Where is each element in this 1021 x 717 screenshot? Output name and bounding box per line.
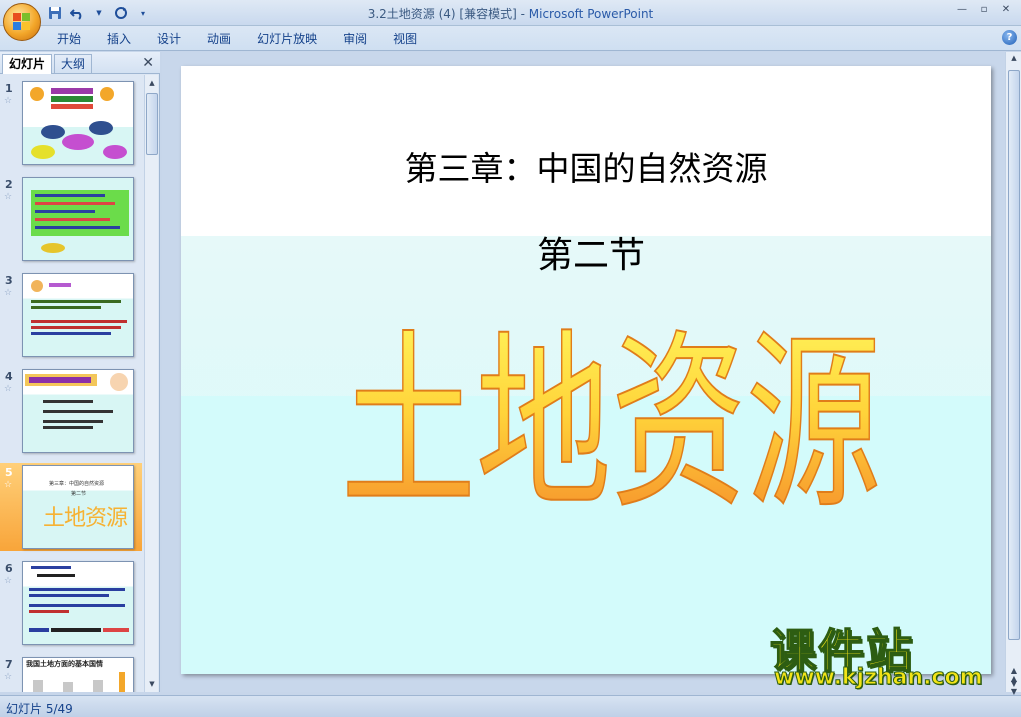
watermark-logo: 课件站 www.kjzhan.com: [769, 615, 1010, 695]
slide-thumbnail-2[interactable]: 2 ☆: [0, 175, 142, 263]
slide-preview: [22, 273, 134, 357]
app-name: Microsoft PowerPoint: [528, 7, 654, 21]
animation-star-icon: ☆: [4, 480, 13, 490]
scroll-down-icon[interactable]: ▼: [146, 678, 158, 690]
ribbon-tabs: 开始 插入 设计 动画 幻灯片放映 审阅 视图: [44, 30, 430, 48]
thumbnails-scrollbar[interactable]: ▲ ▼: [144, 75, 158, 692]
animation-star-icon: ☆: [4, 288, 13, 298]
animation-star-icon: ☆: [4, 96, 13, 106]
tab-view[interactable]: 视图: [380, 30, 430, 48]
thumb-big-title: 土地资源: [43, 506, 128, 531]
tab-animations[interactable]: 动画: [194, 30, 244, 48]
ribbon: 开始 插入 设计 动画 幻灯片放映 审阅 视图 ?: [0, 26, 1021, 51]
tab-slides[interactable]: 幻灯片: [2, 54, 53, 74]
slide-number: 5: [5, 466, 13, 479]
slide-scrollbar[interactable]: ▲ ▲ ▲ ▼ ▼: [1005, 52, 1021, 696]
slide-counter: 幻灯片 5/49: [6, 702, 73, 716]
slide-thumbnail-3[interactable]: 3 ☆: [0, 271, 142, 359]
scroll-thumb[interactable]: [1008, 70, 1020, 640]
close-pane-icon[interactable]: ✕: [142, 55, 154, 71]
tab-outline[interactable]: 大纲: [54, 54, 93, 74]
animation-star-icon: ☆: [4, 576, 13, 586]
tab-review[interactable]: 审阅: [330, 30, 380, 48]
slide-editing-area: 第三章：中国的自然资源 第二节 土地资源: [162, 52, 1005, 692]
thumb-slide-title: 我国土地方面的基本国情: [26, 660, 103, 668]
animation-star-icon: ☆: [4, 384, 13, 394]
slide-preview: 第三章：中国的自然资源 第二节 土地资源: [22, 465, 134, 549]
office-logo-icon: [13, 13, 31, 31]
animation-star-icon: ☆: [4, 192, 13, 202]
window-title: 3.2土地资源 (4) [兼容模式] - Microsoft PowerPoin…: [0, 5, 1021, 22]
tab-insert[interactable]: 插入: [94, 30, 144, 48]
slide-number: 2: [5, 178, 13, 191]
close-button[interactable]: ✕: [997, 2, 1015, 18]
tab-home[interactable]: 开始: [44, 30, 94, 48]
slide-preview: [22, 561, 134, 645]
scroll-thumb[interactable]: [146, 93, 158, 155]
status-bar: 幻灯片 5/49: [0, 695, 1021, 717]
thumb-subheading: 第二节: [71, 491, 87, 497]
help-icon[interactable]: ?: [1002, 30, 1017, 45]
window-controls: — ▫ ✕: [953, 2, 1015, 18]
scroll-up-icon[interactable]: ▲: [1008, 54, 1020, 62]
minimize-button[interactable]: —: [953, 2, 971, 18]
watermark-url: www.kjzhan.com: [774, 665, 984, 691]
slide-number: 1: [5, 82, 13, 95]
title-bar: ▼ ▾ 3.2土地资源 (4) [兼容模式] - Microsoft Power…: [0, 0, 1021, 26]
slide-number: 4: [5, 370, 13, 383]
slides-pane: 幻灯片 大纲 ✕ 1 ☆ 2 ☆ 3 ☆ 4 ☆ 5 ☆ 第三章：中国的自然资源…: [0, 52, 160, 692]
slide-subheading[interactable]: 第二节: [181, 226, 991, 278]
big-title-text: 土地资源: [341, 313, 881, 514]
current-slide[interactable]: 第三章：中国的自然资源 第二节 土地资源: [181, 66, 991, 674]
tab-slide-show[interactable]: 幻灯片放映: [244, 30, 330, 48]
slide-thumbnail-5[interactable]: 5 ☆ 第三章：中国的自然资源 第二节 土地资源: [0, 463, 142, 551]
slide-thumbnails: 1 ☆ 2 ☆ 3 ☆ 4 ☆ 5 ☆ 第三章：中国的自然资源 第二节 土地资源…: [0, 75, 142, 692]
slide-preview: [22, 81, 134, 165]
slide-heading[interactable]: 第三章：中国的自然资源: [181, 142, 991, 190]
slide-thumbnail-4[interactable]: 4 ☆: [0, 367, 142, 455]
slide-number: 6: [5, 562, 13, 575]
slide-preview: [22, 177, 134, 261]
slide-number: 3: [5, 274, 13, 287]
slide-preview: 我国土地方面的基本国情: [22, 657, 134, 692]
pane-tabs: 幻灯片 大纲 ✕: [0, 52, 160, 74]
slide-big-title-wordart[interactable]: 土地资源: [331, 284, 891, 514]
slide-preview: [22, 369, 134, 453]
animation-star-icon: ☆: [4, 672, 13, 682]
slide-number: 7: [5, 658, 13, 671]
tab-design[interactable]: 设计: [144, 30, 194, 48]
scroll-up-icon[interactable]: ▲: [146, 77, 158, 89]
document-title: 3.2土地资源 (4) [兼容模式] -: [367, 7, 529, 21]
slide-thumbnail-1[interactable]: 1 ☆: [0, 79, 142, 167]
restore-button[interactable]: ▫: [975, 2, 993, 18]
office-button[interactable]: [3, 3, 41, 41]
slide-thumbnail-6[interactable]: 6 ☆: [0, 559, 142, 647]
slide-thumbnail-7[interactable]: 7 ☆ 我国土地方面的基本国情: [0, 655, 142, 692]
thumb-heading: 第三章：中国的自然资源: [49, 481, 105, 487]
